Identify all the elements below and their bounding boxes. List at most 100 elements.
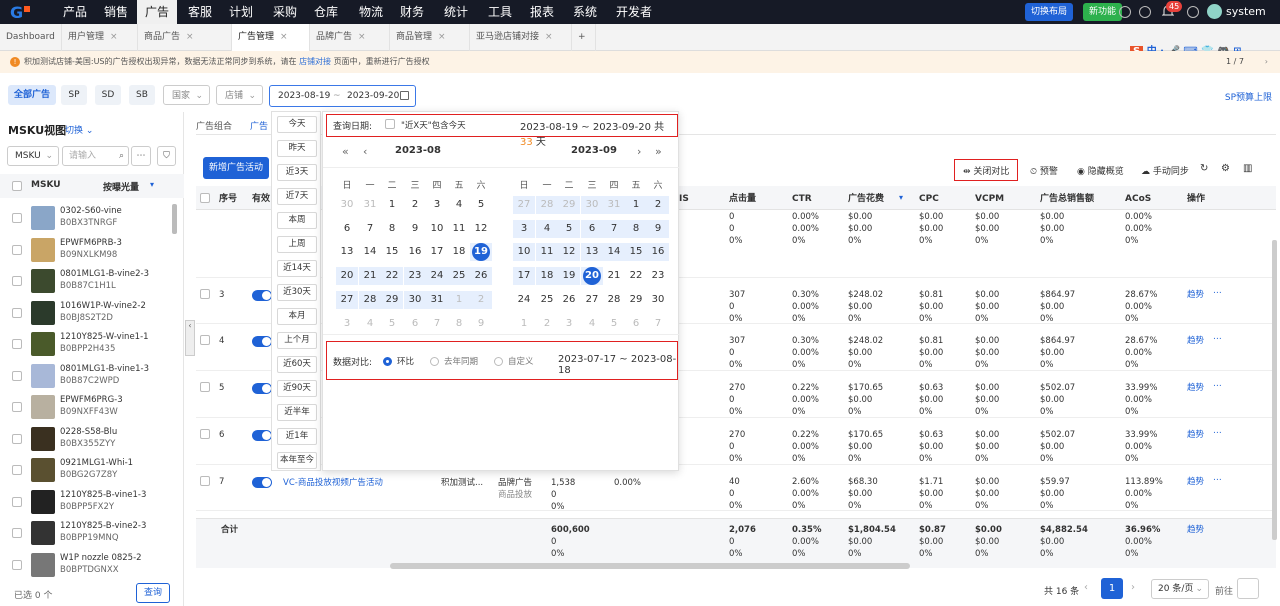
calendar-day[interactable]: 7 [359,220,381,238]
include-today-checkbox[interactable] [385,119,395,129]
columns-icon[interactable]: ▥ [1243,163,1252,174]
switch-layout-button[interactable]: 切换布局 [1025,3,1074,21]
next-year-icon[interactable]: » [655,145,662,158]
calendar-day[interactable]: 4 [448,196,470,214]
calendar-day[interactable]: 1 [513,315,535,333]
trend-link[interactable]: 趋势 [1187,476,1204,488]
product-name[interactable]: W1P nozzle 0825-2 [60,553,142,563]
row-checkbox[interactable] [200,335,210,346]
close-icon[interactable]: × [545,32,553,42]
th-cpc[interactable]: CPC [919,189,939,209]
close-icon[interactable]: × [186,32,194,42]
product-checkbox[interactable] [12,307,22,318]
calendar-day[interactable]: 5 [558,219,580,238]
calendar-day[interactable]: 2 [536,315,558,333]
search-type-select[interactable]: MSKU ⌄ [7,146,59,166]
store-select[interactable]: 店铺 ⌄ [216,85,263,105]
calendar-day[interactable]: 8 [448,315,470,333]
info-icon[interactable] [1119,6,1131,18]
more-icon[interactable]: ⋯ [131,146,151,166]
status-toggle[interactable] [252,429,272,441]
calendar-day[interactable]: 19 [558,267,580,286]
quick-range-2[interactable]: 近3天 [277,164,317,181]
quick-range-0[interactable]: 今天 [277,116,317,133]
calendar-day[interactable]: 18 [536,267,558,286]
th-ctr[interactable]: CTR [792,189,812,209]
subtab-portfolio[interactable]: 广告组合 [196,119,232,132]
query-button[interactable]: 查询 [136,583,170,603]
calendar-day[interactable]: 9 [404,220,426,238]
quick-range-10[interactable]: 近60天 [277,356,317,373]
product-name[interactable]: EPWFM6PRG-3 [60,395,123,405]
prev-year-icon[interactable]: « [342,145,349,158]
calendar-day[interactable]: 16 [404,243,426,261]
calendar-day[interactable]: 22 [625,267,647,285]
close-icon[interactable]: × [438,32,446,42]
more-icon[interactable]: ⋯ [1213,427,1222,439]
calendar-day[interactable]: 1 [448,290,470,309]
nav-item-8[interactable]: 财务 [392,0,432,24]
calendar-day[interactable]: 27 [513,196,535,214]
logo-icon[interactable]: G [10,3,44,21]
sp-budget-link[interactable]: SP预算上限 [1225,90,1272,103]
product-name[interactable]: 1016W1P-W-vine2-2 [60,301,146,311]
calendar-day[interactable]: 15 [381,243,403,261]
product-checkbox[interactable] [12,213,22,223]
th-spend[interactable]: 广告花费 [848,189,884,209]
col-sort[interactable]: 按曝光量 [103,180,139,193]
calendar-day[interactable]: 2 [470,290,492,309]
new-campaign-button[interactable]: 新增广告活动 [203,157,269,179]
radio-custom-label[interactable]: 自定义 [508,355,534,367]
sort-icon[interactable]: ▾ [150,180,154,189]
calendar-day[interactable]: 9 [470,315,492,333]
nav-item-12[interactable]: 系统 [565,0,605,24]
quick-range-14[interactable]: 本年至今 [277,452,317,469]
status-toggle[interactable] [252,289,272,301]
row-checkbox[interactable] [200,475,210,486]
calendar-day[interactable]: 12 [558,243,580,262]
settings-icon[interactable] [1187,6,1199,18]
calendar-day[interactable]: 29 [558,196,580,214]
calendar-day[interactable]: 17 [513,267,535,286]
product-name[interactable]: 0801MLG1-B-vine2-3 [60,269,149,279]
calendar-day[interactable]: 3 [513,219,535,238]
tab-3[interactable]: 广告管理 × [232,24,310,51]
calendar-day[interactable]: 10 [426,220,448,238]
row-checkbox[interactable] [200,288,210,299]
calendar-day[interactable]: 13 [336,243,358,261]
calendar-day[interactable]: 18 [448,243,470,261]
calendar-day[interactable]: 12 [470,220,492,238]
calendar-day[interactable]: 7 [426,315,448,333]
row-checkbox[interactable] [200,428,210,439]
calendar-day[interactable]: 4 [359,315,381,333]
trend-link[interactable]: 趋势 [1187,429,1204,441]
calendar-day[interactable]: 9 [647,219,669,238]
switch-view-link[interactable]: 切换 ⌄ [65,123,93,136]
next-page-icon[interactable]: › [1131,582,1135,593]
quick-range-6[interactable]: 近14天 [277,260,317,277]
goto-page-input[interactable] [1237,578,1259,599]
radio-mom[interactable] [383,357,392,366]
product-name[interactable]: 1210Y825-B-vine1-3 [60,490,146,500]
calendar-day[interactable]: 1 [381,196,403,214]
refresh-icon[interactable] [1139,6,1151,18]
calendar-day[interactable]: 30 [404,290,426,309]
calendar-day[interactable]: 25 [536,291,558,309]
date-end[interactable]: 2023-09-20 [347,86,399,106]
status-toggle[interactable] [252,336,272,348]
calendar-day[interactable]: 6 [404,315,426,333]
more-icon[interactable]: ⋯ [1213,333,1222,345]
nav-item-3[interactable]: 客服 [180,0,220,24]
calendar-day[interactable]: 5 [603,315,625,333]
calendar-day[interactable]: 14 [603,243,625,262]
nav-item-10[interactable]: 工具 [480,0,520,24]
more-icon[interactable]: ⋯ [1213,380,1222,392]
nav-item-11[interactable]: 报表 [522,0,562,24]
product-name[interactable]: EPWFM6PRB-3 [60,238,122,248]
search-icon[interactable]: ⌕ [119,147,124,165]
calendar-day[interactable]: 7 [603,219,625,238]
tab-6[interactable]: 亚马逊店铺对接 × [470,24,572,51]
calendar-day[interactable]: 26 [470,267,492,286]
calendar-day[interactable]: 31 [426,290,448,309]
calendar-day[interactable]: 2 [404,196,426,214]
